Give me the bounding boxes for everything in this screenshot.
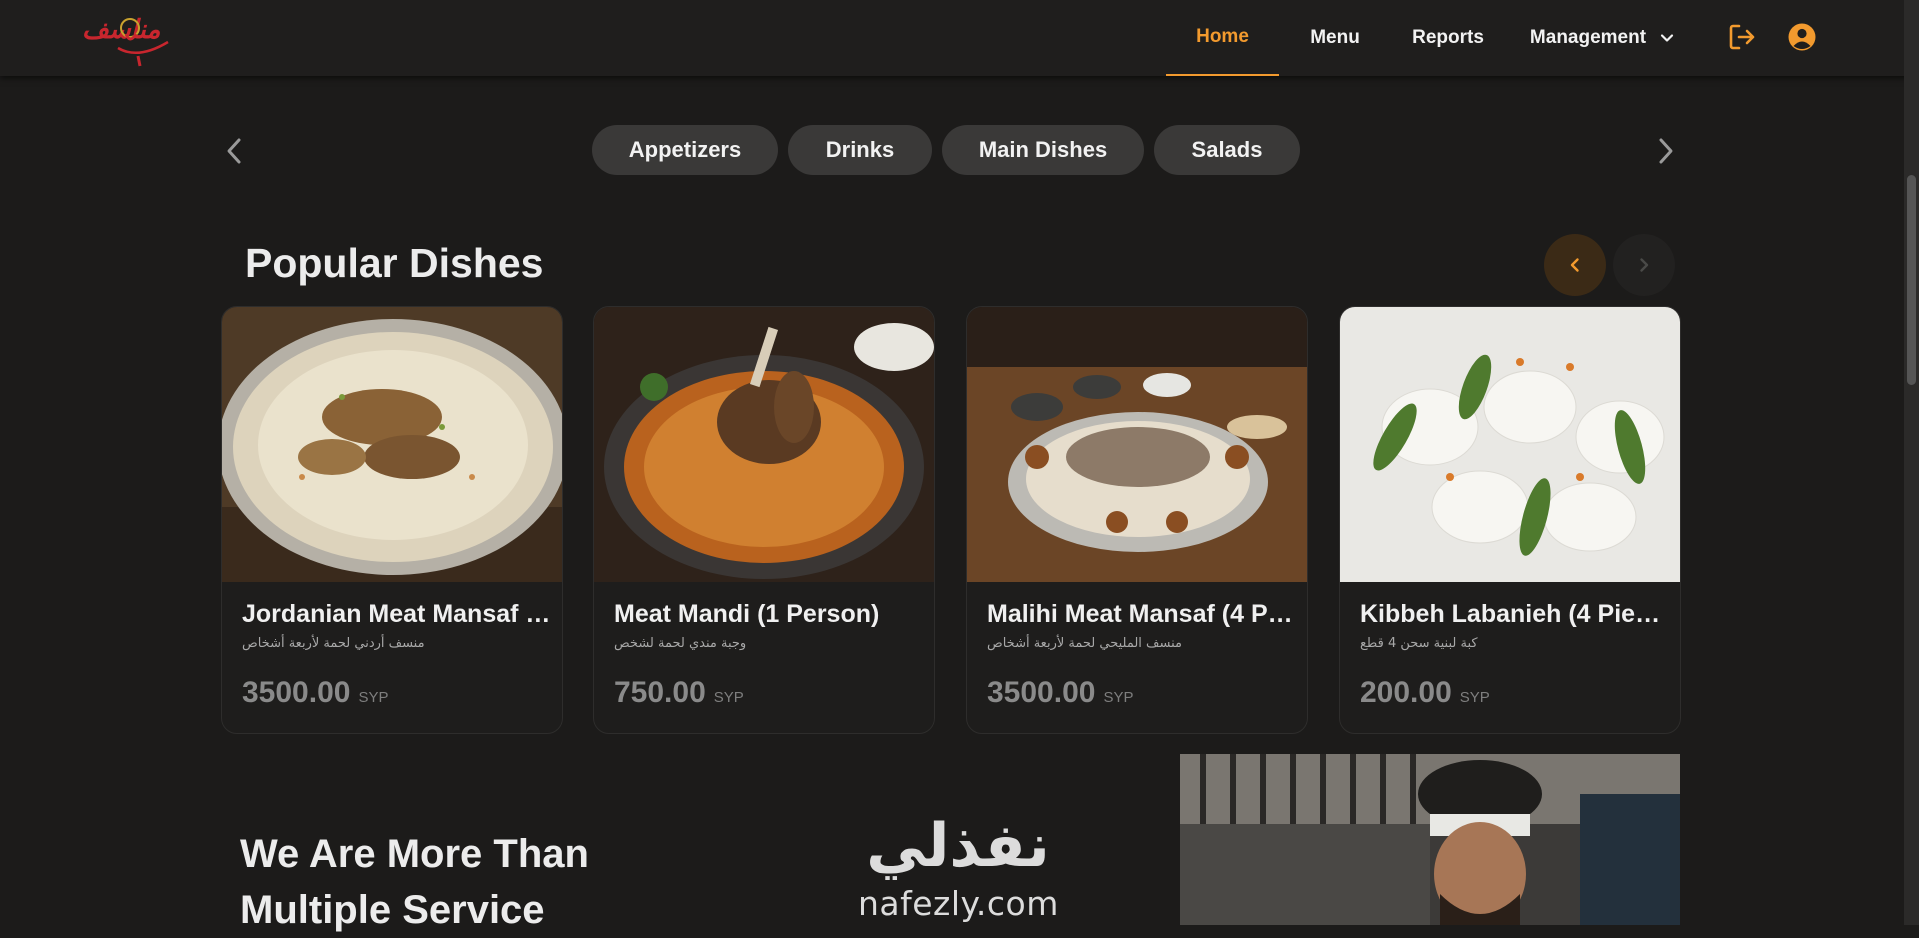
about-title: We Are More Than Multiple Service xyxy=(240,832,589,932)
dish-card[interactable]: Jordanian Meat Mansaf (4 Persons) منسف أ… xyxy=(221,306,563,734)
price-currency: SYP xyxy=(1103,689,1134,706)
nav-reports-label: Reports xyxy=(1412,27,1484,48)
top-navbar: مناسف Home Menu Reports Management xyxy=(0,0,1919,76)
dish-description: منسف المليحي لحمة لأربعة أشخاص xyxy=(987,636,1182,651)
dish-name: Kibbeh Labanieh (4 Pieces) xyxy=(1360,600,1670,628)
dish-price: 750.00 SYP xyxy=(614,676,744,710)
restaurant-logo[interactable]: مناسف xyxy=(78,4,186,68)
dish-price: 3500.00 SYP xyxy=(242,676,388,710)
brand-logo-english: nafezly.com xyxy=(858,884,1059,923)
category-label: Main Dishes xyxy=(978,137,1108,162)
dish-image xyxy=(594,307,934,582)
brand-logo-arabic: نفذلي xyxy=(866,811,1050,880)
category-appetizers[interactable]: Appetizers xyxy=(592,125,778,175)
logout-icon[interactable] xyxy=(1727,22,1757,52)
dish-description: وجبة مندي لحمة لشخص xyxy=(614,636,747,651)
chevron-left-icon[interactable] xyxy=(222,133,246,169)
dish-description: كبة لبنية سحن 4 قطع xyxy=(1360,636,1478,651)
popular-dishes-title: Popular Dishes xyxy=(245,240,544,286)
price-currency: SYP xyxy=(713,689,744,706)
dish-name: Jordanian Meat Mansaf (4 Persons) xyxy=(242,600,552,628)
price-currency: SYP xyxy=(1459,689,1490,706)
price-value: 200.00 xyxy=(1360,676,1452,709)
dish-image xyxy=(967,307,1307,582)
nav-menu-label: Menu xyxy=(1310,27,1360,48)
user-circle-icon[interactable] xyxy=(1787,22,1817,52)
dish-card[interactable]: Malihi Meat Mansaf (4 Persons) منسف المل… xyxy=(966,306,1308,734)
category-drinks[interactable]: Drinks xyxy=(788,125,932,175)
nav-reports[interactable]: Reports xyxy=(1399,0,1497,76)
chevron-down-icon xyxy=(1660,34,1674,42)
slider-prev-button[interactable] xyxy=(1544,234,1606,296)
category-label: Drinks xyxy=(825,137,895,162)
chevron-right-icon[interactable] xyxy=(1654,133,1678,169)
dish-image xyxy=(222,307,562,582)
dish-price: 200.00 SYP xyxy=(1360,676,1490,710)
slider-next-button[interactable] xyxy=(1613,234,1675,296)
chevron-left-icon xyxy=(1570,258,1579,272)
nav-menu[interactable]: Menu xyxy=(1298,0,1372,76)
dish-price: 3500.00 SYP xyxy=(987,676,1133,710)
price-value: 3500.00 xyxy=(242,676,351,709)
chevron-right-icon xyxy=(1640,258,1649,272)
dish-card[interactable]: Meat Mandi (1 Person) وجبة مندي لحمة لشخ… xyxy=(593,306,935,734)
dish-image xyxy=(1340,307,1680,582)
dish-name: Meat Mandi (1 Person) xyxy=(614,600,880,628)
scrollbar-track[interactable] xyxy=(1904,0,1919,925)
dish-card[interactable]: Kibbeh Labanieh (4 Pieces) كبة لبنية سحن… xyxy=(1339,306,1681,734)
nav-home[interactable]: Home xyxy=(1166,0,1279,76)
nav-management-dropdown[interactable]: Management xyxy=(1522,0,1682,76)
category-main-dishes[interactable]: Main Dishes xyxy=(942,125,1144,175)
price-value: 3500.00 xyxy=(987,676,1096,709)
scrollbar-thumb[interactable] xyxy=(1907,175,1916,385)
dish-name: Malihi Meat Mansaf (4 Persons) xyxy=(987,600,1297,628)
category-label: Appetizers xyxy=(628,137,742,162)
brand-arabic-text: نفذلي xyxy=(866,811,1050,880)
price-currency: SYP xyxy=(358,689,389,706)
nav-home-label: Home xyxy=(1196,26,1249,47)
dish-description: منسف أردني لحمة لأربعة أشخاص xyxy=(242,636,425,651)
nav-management-label: Management xyxy=(1529,27,1647,48)
category-label: Salads xyxy=(1191,137,1263,162)
category-salads[interactable]: Salads xyxy=(1154,125,1300,175)
price-value: 750.00 xyxy=(614,676,706,709)
chef-image xyxy=(1180,754,1680,925)
